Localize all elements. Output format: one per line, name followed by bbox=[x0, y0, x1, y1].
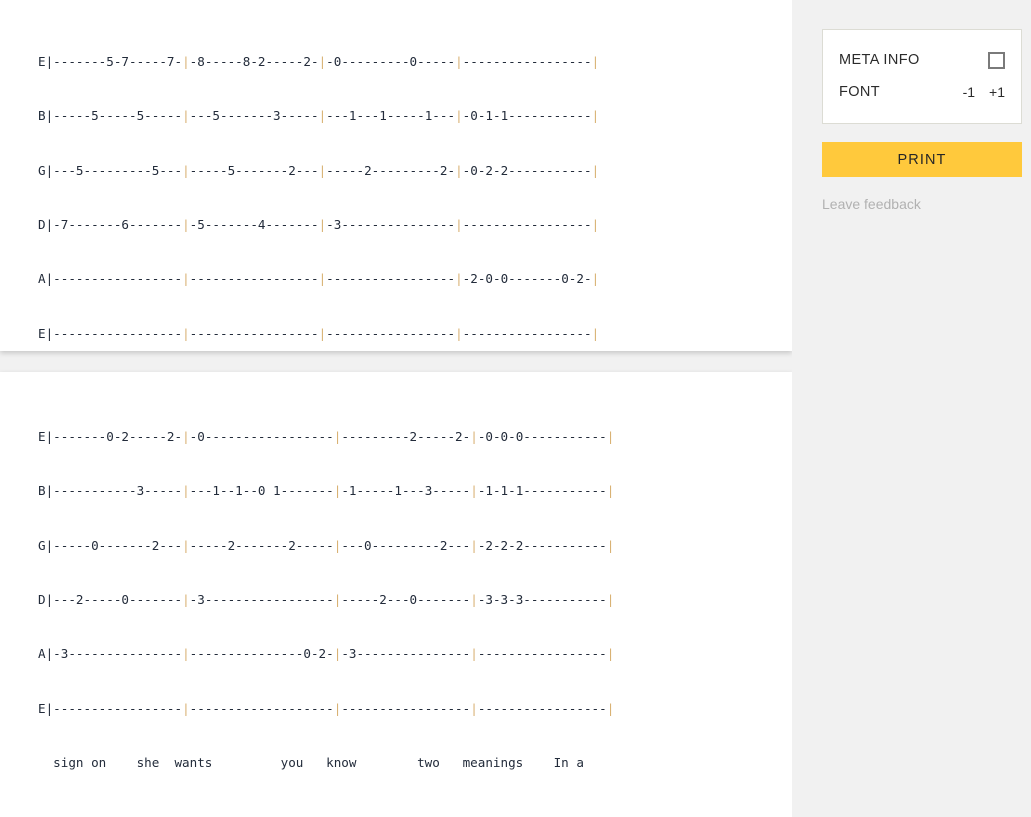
tab-line: A|-----------------|-----------------|--… bbox=[38, 271, 600, 287]
tab-line: E|-----------------|-------------------|… bbox=[38, 700, 615, 716]
leave-feedback-link[interactable]: Leave feedback bbox=[822, 196, 921, 212]
font-decrease-button[interactable]: -1 bbox=[963, 84, 975, 100]
meta-info-checkbox[interactable] bbox=[988, 51, 1005, 69]
document-column: E|-------5-7-----7-|-8-----8-2-----2-|-0… bbox=[0, 0, 792, 817]
tab-line: D|---2-----0-------|-3-----------------|… bbox=[38, 592, 615, 608]
settings-box: META INFO FONT -1 +1 bbox=[822, 29, 1022, 124]
font-row: FONT -1 +1 bbox=[839, 76, 1005, 108]
meta-info-label: META INFO bbox=[839, 52, 920, 68]
tab-block: E|-------5-7-----7-|-8-----8-2-----2-|-0… bbox=[38, 17, 782, 433]
document-page-2: E|-------0-2-----2-|-0-----------------|… bbox=[0, 372, 792, 817]
tab-line: E|-----------------|-----------------|--… bbox=[38, 325, 600, 341]
meta-info-row: META INFO bbox=[839, 44, 1005, 76]
lyric-line: sign on she wants you know two meanings … bbox=[38, 754, 584, 770]
print-button[interactable]: PRINT bbox=[822, 142, 1022, 177]
tab-block: E|-------0-2-----2-|-0-----------------|… bbox=[38, 392, 782, 808]
tab-line: A|-3---------------|---------------0-2-|… bbox=[38, 646, 615, 662]
tab-line: B|-----------3-----|---1--1--0 1-------|… bbox=[38, 483, 615, 499]
font-label: FONT bbox=[839, 84, 881, 100]
tab-line: G|-----0-------2---|-----2-------2-----|… bbox=[38, 537, 615, 553]
sidebar-panel: META INFO FONT -1 +1 PRINT Leave feedbac… bbox=[792, 0, 1031, 817]
tab-line: E|-------0-2-----2-|-0-----------------|… bbox=[38, 429, 615, 445]
page-2-content: E|-------0-2-----2-|-0-----------------|… bbox=[0, 372, 792, 817]
font-controls: -1 +1 bbox=[963, 84, 1005, 100]
font-increase-button[interactable]: +1 bbox=[989, 84, 1005, 100]
tab-line: E|-------5-7-----7-|-8-----8-2-----2-|-0… bbox=[38, 54, 600, 70]
document-page-1: E|-------5-7-----7-|-8-----8-2-----2-|-0… bbox=[0, 0, 792, 783]
tab-line: G|---5---------5---|-----5-------2---|--… bbox=[38, 162, 600, 178]
tab-line: B|-----5-----5-----|---5-------3-----|--… bbox=[38, 108, 600, 124]
tab-line: D|-7-------6-------|-5-------4-------|-3… bbox=[38, 217, 600, 233]
print-preview-app: E|-------5-7-----7-|-8-----8-2-----2-|-0… bbox=[0, 0, 1031, 817]
